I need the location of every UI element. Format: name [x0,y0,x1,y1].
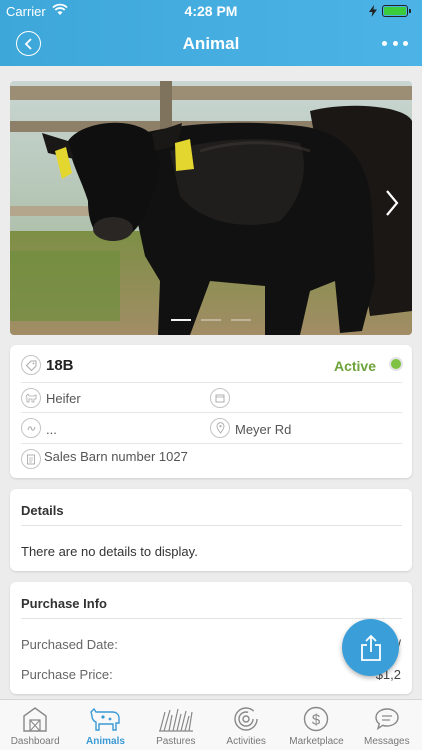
cow-icon [88,705,122,733]
barn-icon [21,705,49,733]
purchase-info-title: Purchase Info [21,596,107,611]
tab-activities[interactable]: Activities [211,700,281,750]
animal-tag-number: 18B [46,357,74,374]
svg-text:$: $ [312,712,321,729]
page-title: Animal [182,34,240,53]
chat-icon [374,705,400,733]
purchase-price-label: Purchase Price: [21,667,113,682]
charging-icon [369,5,377,17]
animal-photo [10,81,412,335]
tab-dashboard[interactable]: Dashboard [0,700,70,750]
tab-label: Marketplace [289,736,344,747]
navigation-header: Carrier 4:28 PM Animal [0,0,422,66]
animal-location: Meyer Rd [235,422,292,437]
tab-pastures[interactable]: Pastures [141,700,211,750]
status-indicator [389,357,403,371]
tag-icon [21,355,41,375]
tab-messages[interactable]: Messages [352,700,422,750]
animal-note: Sales Barn number 1027 [44,449,188,464]
animal-type: Heifer [46,391,81,406]
tab-label: Messages [364,736,410,747]
location-pin-icon [210,418,230,438]
carousel-page-indicator [10,319,412,321]
tab-label: Pastures [156,736,196,747]
details-card: Details There are no details to display. [10,489,412,571]
tab-label: Activities [226,736,266,747]
details-empty-message: There are no details to display. [21,544,198,559]
animal-photo-carousel[interactable] [10,81,412,335]
activity-ring-icon [233,705,259,733]
animal-breed: ... [46,422,57,437]
breed-icon [21,418,41,438]
calendar-icon [210,388,230,408]
status-bar: Carrier 4:28 PM [0,0,422,22]
tab-marketplace[interactable]: $ Marketplace [281,700,351,750]
tab-bar: Dashboard Animals Pastures Activities $ … [0,699,422,750]
details-title: Details [21,503,64,518]
more-options-button[interactable] [382,34,408,52]
note-icon [21,449,41,469]
carousel-dot[interactable] [201,319,221,321]
clock: 4:28 PM [184,3,238,19]
tab-animals[interactable]: Animals [70,700,140,750]
tab-label: Animals [86,736,125,747]
carousel-dot[interactable] [171,319,191,321]
share-icon [360,634,381,661]
tab-label: Dashboard [10,736,60,747]
dollar-icon: $ [303,705,329,733]
battery-icon [382,5,411,17]
chevron-right-icon[interactable] [384,189,400,217]
carousel-dot[interactable] [231,319,251,321]
status-label: Active [333,358,376,374]
share-button[interactable] [342,619,399,676]
animal-type-icon [21,388,41,408]
animal-info-card: 18B Active Heifer ... Meyer Rd Sales Bar… [10,345,412,478]
purchased-date-label: Purchased Date: [21,637,118,652]
grass-icon [158,705,194,733]
